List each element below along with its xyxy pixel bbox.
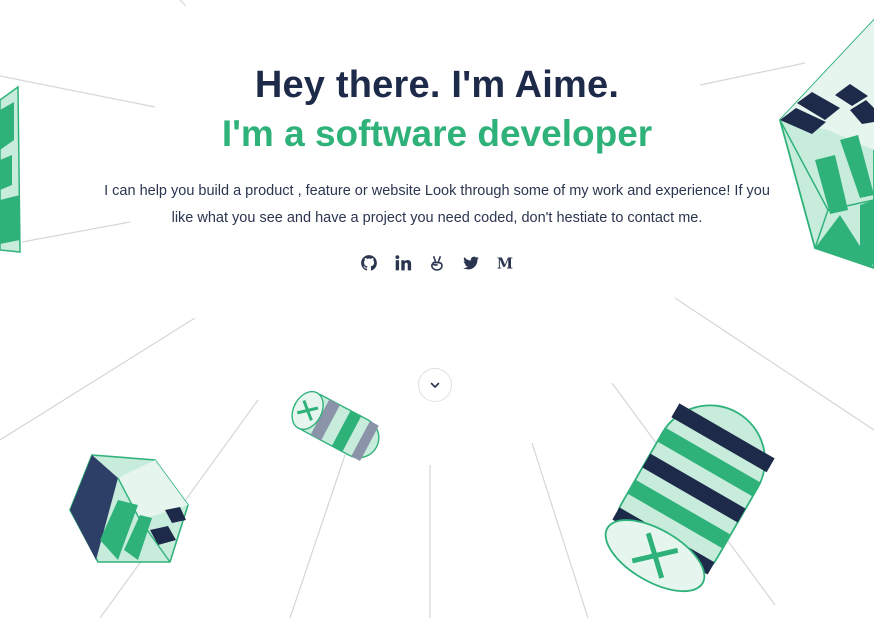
angellist-link[interactable] (426, 252, 448, 274)
medium-icon: M (497, 256, 513, 272)
social-links: M (0, 252, 874, 274)
twitter-icon (463, 256, 479, 270)
hero-intro: I can help you build a product , feature… (104, 183, 770, 226)
linkedin-icon (395, 255, 412, 271)
hero-greeting: Hey there. I'm Aime. (254, 64, 620, 106)
angellist-icon (431, 255, 443, 271)
linkedin-link[interactable] (392, 252, 414, 274)
hero-section: Hey there. I'm Aime. I'm a software deve… (0, 62, 874, 274)
svg-text:M: M (497, 256, 513, 272)
cube-bottom-left (69, 454, 189, 563)
cylinder-small (291, 390, 380, 461)
github-link[interactable] (358, 252, 380, 274)
twitter-link[interactable] (460, 252, 482, 274)
github-icon (361, 255, 377, 271)
medium-link[interactable]: M (494, 252, 516, 274)
scroll-down-button[interactable] (418, 368, 452, 402)
hero-role: I'm a software developer (221, 113, 653, 154)
cylinder-large (604, 403, 775, 593)
chevron-down-icon (430, 382, 440, 388)
